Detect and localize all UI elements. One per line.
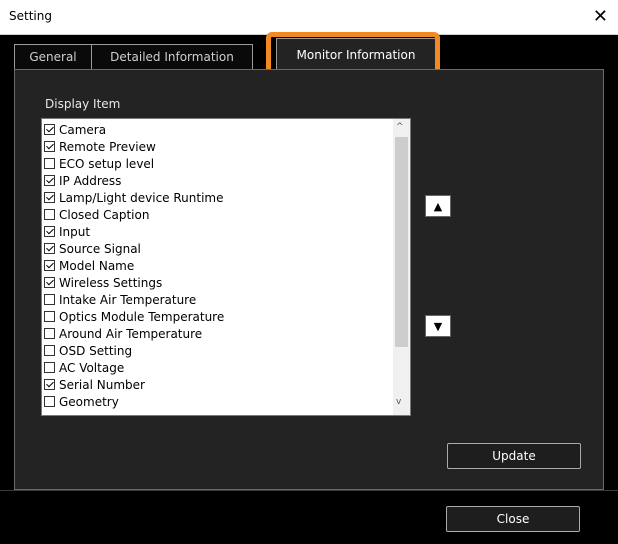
list-item[interactable]: Camera — [44, 121, 106, 138]
settings-dialog: Setting ✕ General Detailed Information M… — [0, 0, 618, 544]
list-item[interactable]: ECO setup level — [44, 155, 154, 172]
list-item[interactable]: Intake Air Temperature — [44, 291, 196, 308]
item-checkbox[interactable] — [44, 192, 55, 203]
item-checkbox[interactable] — [44, 362, 55, 373]
item-checkbox[interactable] — [44, 328, 55, 339]
scroll-down-icon[interactable]: v — [396, 397, 401, 407]
display-item-list[interactable]: ^ v Camera Remote Preview ECO setup level I… — [41, 118, 411, 416]
item-checkbox[interactable] — [44, 209, 55, 220]
move-up-button[interactable]: ▲ — [425, 195, 451, 217]
item-checkbox[interactable] — [44, 379, 55, 390]
item-label: Model Name — [59, 258, 135, 273]
item-label: Closed Caption — [59, 207, 150, 222]
item-label: Intake Air Temperature — [59, 292, 197, 307]
item-checkbox[interactable] — [44, 294, 55, 305]
move-down-button[interactable]: ▼ — [425, 315, 451, 337]
list-item[interactable]: Closed Caption — [44, 206, 149, 223]
item-checkbox[interactable] — [44, 396, 55, 407]
item-label: Wireless Settings — [59, 275, 163, 290]
item-checkbox[interactable] — [44, 124, 55, 135]
item-label: Serial Number — [59, 377, 145, 392]
item-checkbox[interactable] — [44, 311, 55, 322]
list-item[interactable]: Optics Module Temperature — [44, 308, 224, 325]
item-label: ECO setup level — [59, 156, 155, 171]
scroll-thumb[interactable] — [395, 137, 408, 347]
title-bar: Setting ✕ — [0, 0, 618, 35]
display-item-label: Display Item — [45, 97, 121, 111]
list-item[interactable]: Lamp/Light device Runtime — [44, 189, 224, 206]
item-label: AC Voltage — [59, 360, 125, 375]
item-checkbox[interactable] — [44, 345, 55, 356]
list-item[interactable]: OSD Setting — [44, 342, 132, 359]
item-checkbox[interactable] — [44, 141, 55, 152]
item-label: Camera — [59, 122, 107, 137]
list-item[interactable]: Geometry — [44, 393, 119, 410]
item-checkbox[interactable] — [44, 277, 55, 288]
up-arrow-icon: ▲ — [433, 199, 443, 213]
list-item[interactable]: Remote Preview — [44, 138, 156, 155]
list-item[interactable]: Serial Number — [44, 376, 145, 393]
close-icon[interactable]: ✕ — [593, 6, 608, 27]
list-item[interactable]: AC Voltage — [44, 359, 124, 376]
item-checkbox[interactable] — [44, 260, 55, 271]
item-label: Input — [59, 224, 91, 239]
monitor-information-panel: Display Item ^ v Camera Remote Preview ECO… — [14, 69, 604, 490]
tab-label: General — [29, 50, 77, 64]
list-item[interactable]: Model Name — [44, 257, 134, 274]
scroll-up-icon[interactable]: ^ — [396, 122, 404, 132]
item-checkbox[interactable] — [44, 175, 55, 186]
close-button[interactable]: Close — [446, 506, 580, 532]
list-scrollbar[interactable]: ^ v — [393, 119, 410, 415]
tab-monitor-information[interactable]: Monitor Information — [276, 38, 436, 70]
window-title: Setting — [9, 9, 52, 23]
item-label: Source Signal — [59, 241, 141, 256]
tab-label: Monitor Information — [296, 47, 416, 62]
item-label: OSD Setting — [59, 343, 133, 358]
tab-detailed-information[interactable]: Detailed Information — [91, 44, 253, 69]
item-checkbox[interactable] — [44, 226, 55, 237]
update-button[interactable]: Update — [447, 443, 581, 469]
down-arrow-icon: ▼ — [433, 319, 443, 333]
item-label: IP Address — [59, 173, 122, 188]
item-label: Around Air Temperature — [59, 326, 203, 341]
list-item[interactable]: IP Address — [44, 172, 121, 189]
item-label: Lamp/Light device Runtime — [59, 190, 224, 205]
tab-general[interactable]: General — [14, 44, 92, 69]
list-item[interactable]: Input — [44, 223, 90, 240]
item-label: Optics Module Temperature — [59, 309, 225, 324]
list-item[interactable]: Wireless Settings — [44, 274, 162, 291]
item-label: Geometry — [59, 394, 119, 409]
item-checkbox[interactable] — [44, 158, 55, 169]
tab-label: Detailed Information — [110, 50, 234, 64]
footer-divider — [0, 490, 618, 491]
item-checkbox[interactable] — [44, 243, 55, 254]
list-item[interactable]: Source Signal — [44, 240, 141, 257]
list-item[interactable]: Around Air Temperature — [44, 325, 202, 342]
item-label: Remote Preview — [59, 139, 156, 154]
